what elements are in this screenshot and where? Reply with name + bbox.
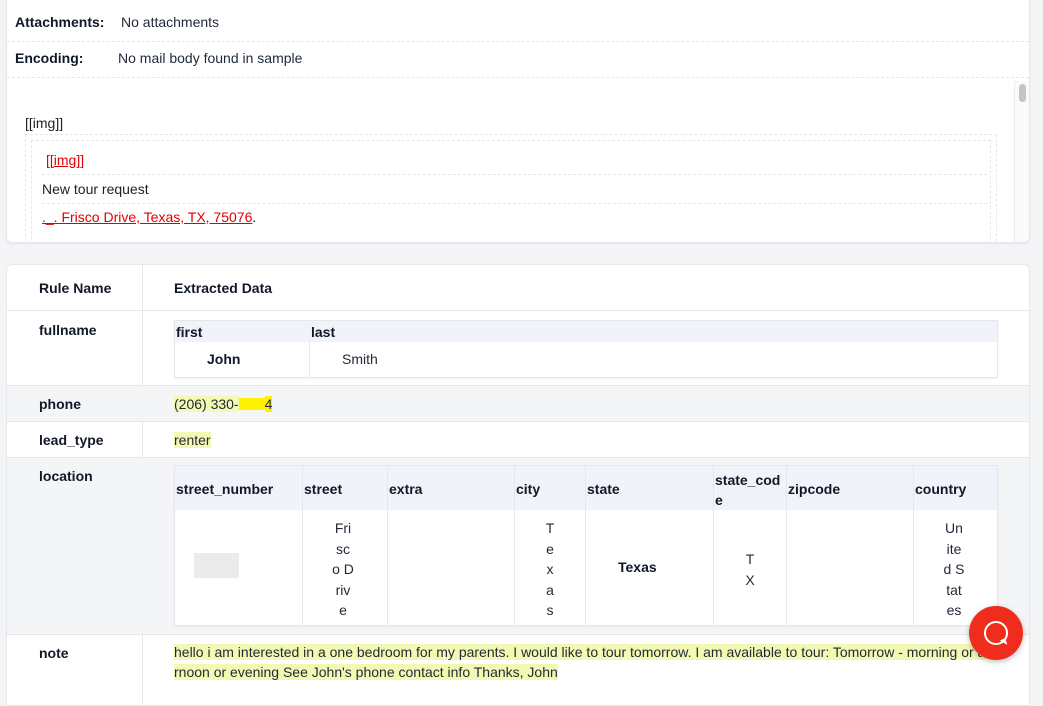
city-line: a [546, 581, 554, 598]
location-subtable: street_number street extra city state st… [174, 465, 998, 626]
country-value: Un ite d S tat es [936, 518, 972, 621]
country-line: ite [946, 540, 962, 557]
street-line: Fri [334, 520, 352, 536]
rule-name-phone: phone [39, 396, 81, 412]
state-code-line: T [745, 551, 755, 567]
location-col-zipcode: zipcode [788, 481, 841, 497]
location-col-country: country [915, 481, 967, 497]
attachments-label: Attachments: [15, 14, 105, 30]
location-col-city: city [516, 481, 541, 497]
location-divider-2 [387, 466, 388, 625]
location-col-street: street [304, 481, 343, 497]
address-line: ._. Frisco Drive, Texas, TX, 75076. [42, 209, 256, 225]
phone-visible: (206) 330- [174, 396, 239, 412]
rule-name-note: note [39, 645, 69, 661]
encoding-value: No mail body found in sample [118, 50, 303, 66]
country-line: es [946, 602, 962, 618]
address-suffix: . [252, 209, 257, 225]
city-line: T [545, 520, 555, 536]
rule-name-lead-type: lead_type [39, 432, 104, 448]
rule-name-fullname: fullname [39, 322, 97, 338]
location-col-extra: extra [389, 481, 423, 497]
scrollbar-thumb[interactable] [1019, 84, 1026, 102]
extracted-data-header: Extracted Data [174, 280, 273, 296]
table-row-location: location street_number street extra city… [7, 458, 1029, 635]
fullname-subtable-header: first last [175, 321, 997, 342]
table-header-row: Rule Name Extracted Data [7, 265, 1029, 311]
fullname-subtable: first last John Smith [174, 320, 998, 378]
help-chat-button[interactable] [969, 606, 1023, 660]
extracted-data-table: Rule Name Extracted Data fullname first … [6, 264, 1030, 706]
city-value: T e x a s [540, 518, 560, 621]
street-number-redacted [194, 553, 239, 578]
table-row-fullname: fullname first last John Smith [7, 311, 1029, 386]
rule-name-header: Rule Name [39, 280, 112, 296]
street-value: Fri sc o D riv e [325, 518, 361, 621]
location-col-state: state [587, 481, 620, 497]
preview-scrollbar[interactable] [1014, 81, 1029, 242]
city-line: e [546, 540, 554, 557]
location-subtable-header: street_number street extra city state st… [175, 466, 997, 510]
city-line: x [546, 561, 554, 577]
image-placeholder: [[img]] [25, 115, 64, 131]
address-prefix: ._. [42, 209, 62, 225]
email-details-card: Attachments: No attachments Encoding: No… [6, 0, 1030, 243]
city-line: s [546, 602, 554, 618]
address-link[interactable]: Frisco Drive, Texas, TX, 75076 [61, 209, 252, 225]
location-divider-5 [713, 466, 714, 625]
country-line: d S [943, 561, 965, 577]
location-col-street-number: street_number [176, 481, 274, 497]
location-divider-4 [585, 466, 586, 625]
note-value: hello i am interested in a one bedroom f… [174, 642, 1024, 682]
country-line: tat [946, 581, 962, 598]
location-divider-1 [302, 466, 303, 625]
preview-outer-box: [[img]] New tour request ._. Frisco Driv… [25, 134, 997, 242]
phone-tail: 4 [264, 396, 273, 412]
table-row-phone: phone (206) 330- 4 [7, 386, 1029, 422]
preview-img-row: [[img]] [42, 146, 987, 175]
help-icon-tail [999, 638, 1009, 647]
table-row-lead-type: lead_type renter [7, 422, 1029, 458]
attachments-row: Attachments: No attachments [7, 5, 1029, 42]
fullname-col-last: last [311, 324, 336, 340]
encoding-row: Encoding: No mail body found in sample [7, 41, 1029, 78]
street-line: sc [336, 540, 350, 557]
state-value: Texas [618, 559, 657, 575]
location-divider-7 [913, 466, 914, 625]
preview-heading-row: New tour request [42, 175, 987, 204]
street-line: riv [335, 581, 351, 598]
country-line: Un [945, 520, 963, 536]
email-preview[interactable]: [[img]] [[img]] New tour request ._. Fri… [7, 81, 1015, 242]
street-line: e [339, 602, 347, 618]
table-row-note: note hello i am interested in a one bedr… [7, 635, 1029, 705]
state-code-line: X [745, 571, 755, 588]
encoding-label: Encoding: [15, 50, 84, 66]
location-divider-3 [514, 466, 515, 625]
state-code-value: T X [740, 549, 760, 590]
preview-inner-box: [[img]] New tour request ._. Frisco Driv… [31, 140, 991, 242]
fullname-last-value: Smith [342, 351, 378, 367]
fullname-cell-divider [309, 342, 310, 377]
location-col-state-code: state_cod e [715, 472, 781, 508]
street-line: o D [332, 561, 354, 577]
redaction-mark [238, 398, 265, 410]
fullname-col-first: first [176, 324, 203, 340]
tour-request-heading: New tour request [42, 181, 149, 197]
phone-value: (206) 330- 4 [174, 396, 273, 412]
note-line-1: hello i am interested in a one bedroom f… [174, 644, 986, 660]
rule-name-location: location [39, 468, 93, 484]
fullname-first-value: John [207, 351, 241, 367]
preview-address-row: ._. Frisco Drive, Texas, TX, 75076. [42, 204, 987, 232]
lead-type-value: renter [174, 432, 211, 448]
attachments-value: No attachments [121, 14, 220, 30]
location-divider-6 [786, 466, 787, 625]
image-link[interactable]: [[img]] [46, 152, 84, 168]
note-line-2: rnoon or evening See John's phone contac… [174, 664, 558, 680]
